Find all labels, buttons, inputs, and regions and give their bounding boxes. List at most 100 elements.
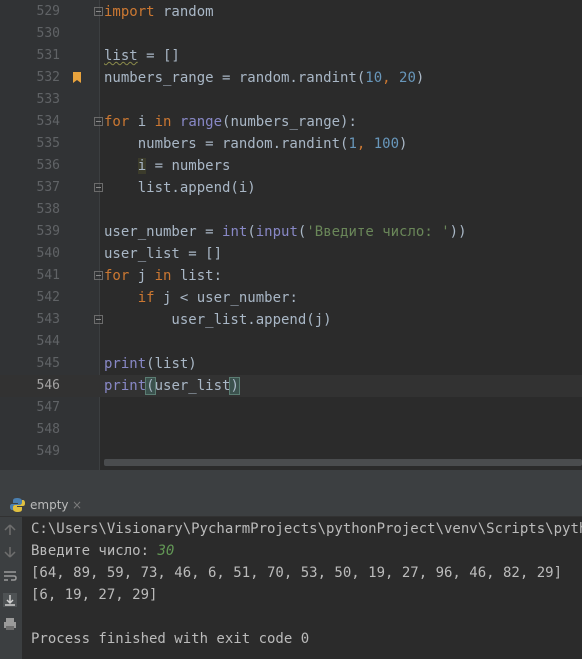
code-token: )) bbox=[449, 224, 467, 240]
python-icon bbox=[10, 498, 25, 512]
run-tab-bar: empty × bbox=[0, 494, 582, 517]
code-token: if bbox=[137, 290, 155, 306]
console-output[interactable]: C:\Users\Visionary\PycharmProjects\pytho… bbox=[31, 518, 582, 650]
code-line[interactable]: 535 numbers = random.randint(1, 100) bbox=[0, 133, 582, 155]
fold-marker-icon[interactable] bbox=[94, 271, 103, 280]
fold-marker-icon[interactable] bbox=[94, 117, 103, 126]
code-text[interactable]: for j in list: bbox=[104, 265, 222, 287]
code-line[interactable]: 530 bbox=[0, 23, 582, 45]
code-line[interactable]: 534 for i in range(numbers_range): bbox=[0, 111, 582, 133]
print-icon[interactable] bbox=[2, 616, 18, 632]
line-number: 542 bbox=[36, 290, 60, 305]
code-token: range bbox=[179, 114, 223, 130]
run-toolbar bbox=[0, 517, 22, 659]
line-number: 530 bbox=[36, 26, 60, 41]
line-number: 537 bbox=[36, 180, 60, 195]
console-prompt-line: Введите число: 30 bbox=[31, 540, 582, 562]
code-text[interactable]: user_list = [] bbox=[104, 243, 222, 265]
code-line[interactable]: 545 print(list) bbox=[0, 353, 582, 375]
code-line[interactable]: 547 bbox=[0, 397, 582, 419]
code-token: list bbox=[104, 48, 138, 64]
code-token: in bbox=[154, 114, 172, 130]
code-line[interactable]: 537 list.append(i) bbox=[0, 177, 582, 199]
code-text[interactable]: print(user_list) bbox=[104, 375, 240, 397]
code-line[interactable]: 538 bbox=[0, 199, 582, 221]
close-icon[interactable]: × bbox=[72, 494, 82, 516]
code-text[interactable]: numbers = random.randint(1, 100) bbox=[104, 133, 408, 155]
code-line[interactable]: 543 user_list.append(j) bbox=[0, 309, 582, 331]
code-line[interactable]: 541 for j in list: bbox=[0, 265, 582, 287]
code-token: print bbox=[104, 378, 147, 394]
code-token: print bbox=[104, 356, 147, 372]
code-token: = [] bbox=[137, 48, 180, 64]
console-output-list: [64, 89, 59, 73, 46, 6, 51, 70, 53, 50, … bbox=[31, 565, 563, 581]
code-line[interactable]: 536 i = numbers bbox=[0, 155, 582, 177]
code-token: user_list = [] bbox=[104, 246, 223, 262]
code-text[interactable]: import random bbox=[104, 1, 214, 23]
line-number: 545 bbox=[36, 356, 60, 371]
code-token: (list) bbox=[146, 356, 197, 372]
code-token: in bbox=[154, 268, 172, 284]
code-text[interactable]: list = [] bbox=[104, 45, 180, 67]
fold-marker-icon[interactable] bbox=[94, 315, 103, 324]
code-text[interactable]: print(list) bbox=[104, 353, 197, 375]
code-text[interactable]: user_list.append(j) bbox=[104, 309, 331, 331]
run-tool-window: empty × C:\Users\Visionary\PycharmProjec… bbox=[0, 470, 582, 659]
line-number: 535 bbox=[36, 136, 60, 151]
code-line[interactable]: 539 user_number = int(input('Введите числ… bbox=[0, 221, 582, 243]
code-token: for bbox=[104, 114, 130, 130]
scroll-to-end-icon[interactable] bbox=[2, 592, 18, 608]
console-exit-message: Process finished with exit code 0 bbox=[31, 631, 310, 647]
code-text[interactable]: user_number = int(input('Введите число: … bbox=[104, 221, 467, 243]
fold-marker-icon[interactable] bbox=[94, 183, 103, 192]
code-token: list.append(i) bbox=[104, 180, 256, 196]
code-text[interactable]: i = numbers bbox=[104, 155, 230, 177]
fold-marker-icon[interactable] bbox=[94, 7, 103, 16]
line-number: 531 bbox=[36, 48, 60, 63]
code-line[interactable]: 529 import random bbox=[0, 1, 582, 23]
code-token: user_number = bbox=[104, 224, 223, 240]
code-text[interactable]: for i in range(numbers_range): bbox=[104, 111, 357, 133]
console-prompt: Введите число: bbox=[31, 543, 158, 559]
code-token: list: bbox=[171, 268, 223, 284]
code-token: , bbox=[382, 70, 400, 86]
up-arrow-icon[interactable] bbox=[2, 522, 18, 538]
line-number: 549 bbox=[36, 444, 60, 459]
run-tab-label[interactable]: empty bbox=[30, 494, 69, 516]
code-token: ( bbox=[247, 224, 256, 240]
code-token: 10 bbox=[365, 70, 383, 86]
soft-wrap-icon[interactable] bbox=[2, 568, 18, 584]
code-editor[interactable]: 529 import random 530 531 list = [] 532 number… bbox=[0, 0, 582, 470]
horizontal-scrollbar[interactable] bbox=[104, 459, 582, 466]
code-line[interactable]: 548 bbox=[0, 419, 582, 441]
code-line[interactable]: 542 if j < user_number: bbox=[0, 287, 582, 309]
code-token: j bbox=[129, 268, 155, 284]
code-token: ) bbox=[399, 136, 408, 152]
down-arrow-icon[interactable] bbox=[2, 544, 18, 560]
code-text[interactable]: list.append(i) bbox=[104, 177, 256, 199]
code-line[interactable]: 540 user_list = [] bbox=[0, 243, 582, 265]
code-line[interactable]: 533 bbox=[0, 89, 582, 111]
bookmark-icon[interactable] bbox=[73, 72, 81, 83]
line-number: 529 bbox=[36, 4, 60, 19]
code-line[interactable]: 544 bbox=[0, 331, 582, 353]
code-line[interactable]: 532 numbers_range = random.randint(10, 20… bbox=[0, 67, 582, 89]
code-token: i bbox=[137, 158, 147, 174]
code-line[interactable]: 531 list = [] bbox=[0, 45, 582, 67]
code-text[interactable]: numbers_range = random.randint(10, 20) bbox=[104, 67, 424, 89]
code-token: numbers = random.randint( bbox=[104, 136, 349, 152]
code-token: ) bbox=[415, 70, 425, 86]
line-number: 546 bbox=[36, 378, 60, 393]
code-line[interactable]: 546 print(user_list) bbox=[0, 375, 582, 397]
code-text[interactable]: if j < user_number: bbox=[104, 287, 298, 309]
line-number: 538 bbox=[36, 202, 60, 217]
code-token: (numbers_range): bbox=[222, 114, 357, 130]
code-token: user_list bbox=[154, 378, 231, 394]
code-token: , bbox=[356, 136, 374, 152]
line-number: 547 bbox=[36, 400, 60, 415]
code-token: 20 bbox=[399, 70, 416, 86]
code-token: = numbers bbox=[146, 158, 231, 174]
